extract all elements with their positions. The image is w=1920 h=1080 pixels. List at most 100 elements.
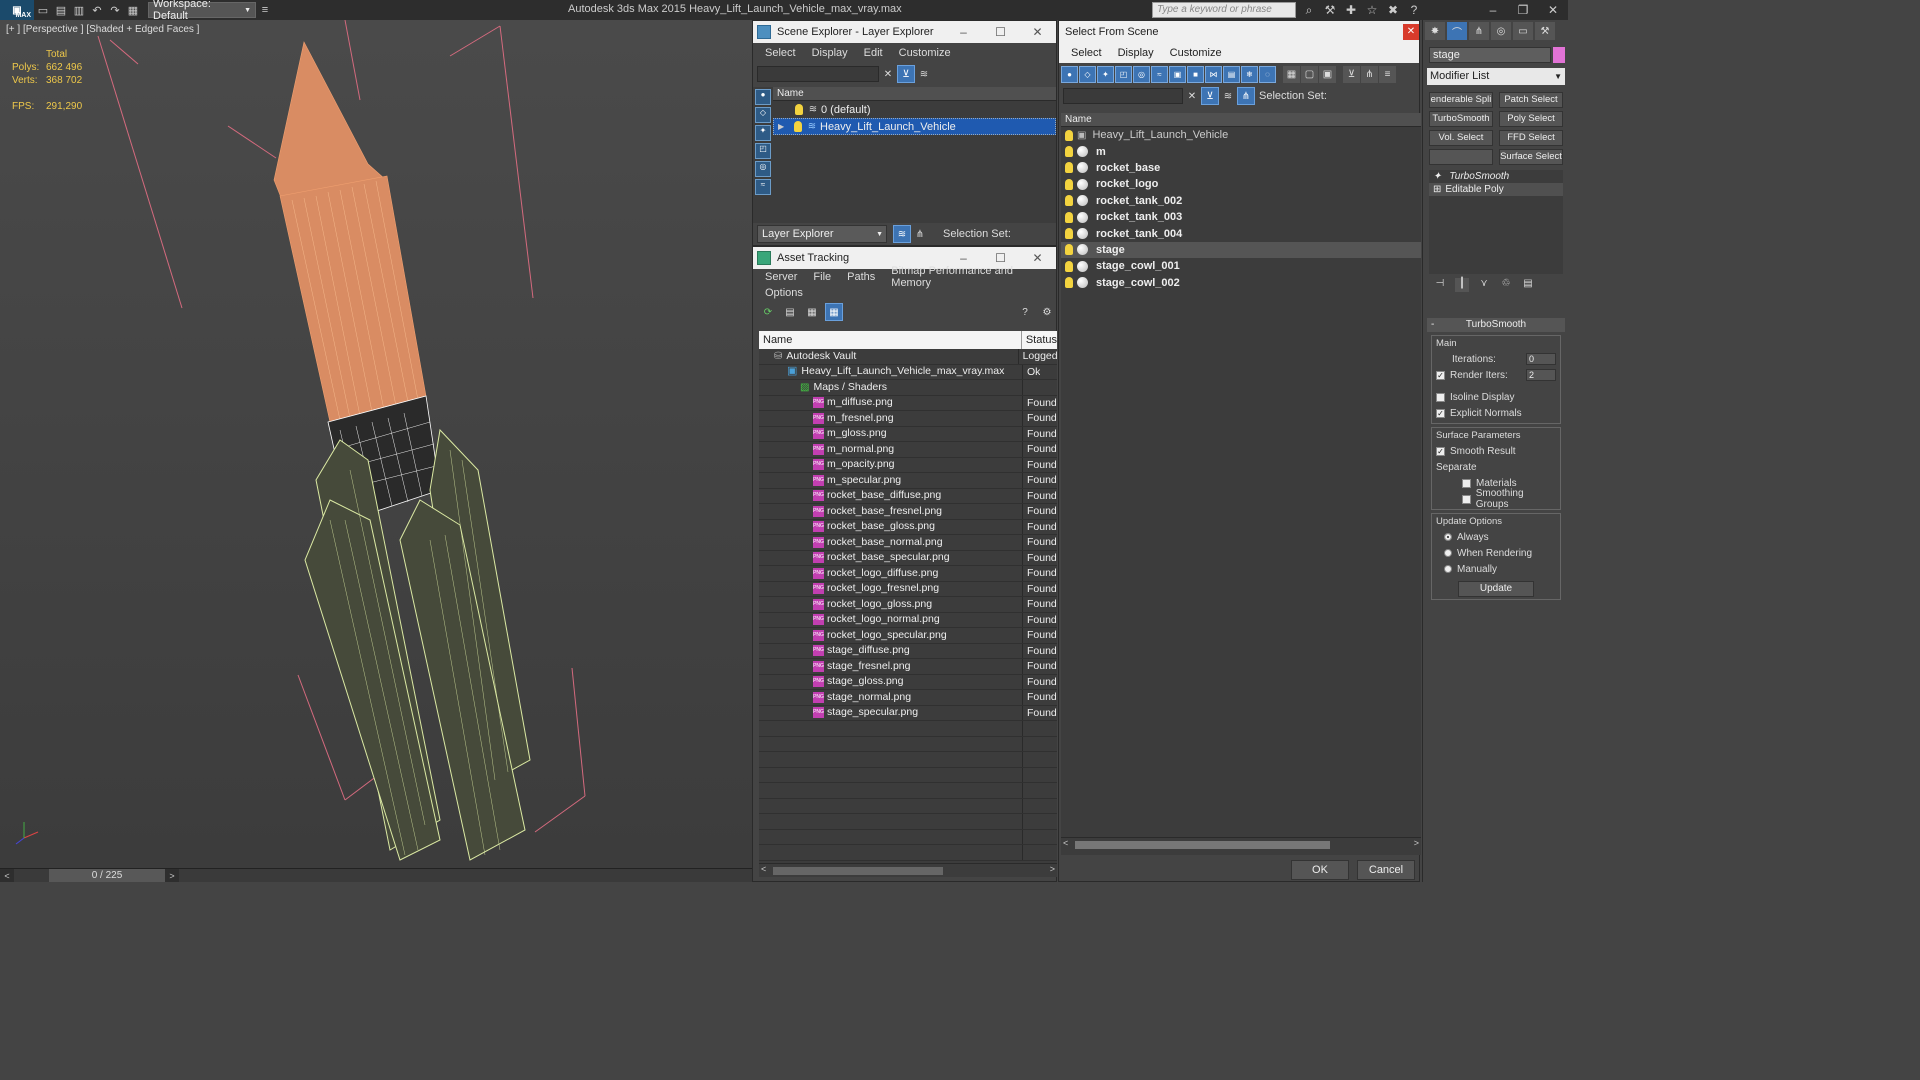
display-all-icon[interactable]: ▦ [1283,65,1300,83]
display-frozen-icon[interactable]: ❄ [1241,65,1258,83]
exchange-icon[interactable]: ✖ [1384,1,1402,19]
asset-row[interactable]: PNG stage_fresnel.png Found [759,659,1057,675]
asset-row[interactable]: PNG m_fresnel.png Found [759,411,1057,427]
tab-utilities-icon[interactable]: ⚒ [1535,22,1555,40]
lightbulb-icon[interactable] [1065,277,1073,289]
communication-icon[interactable]: ✚ [1342,1,1360,19]
always-radio[interactable] [1444,533,1452,541]
display-xrefs-icon[interactable]: ■ [1187,65,1204,83]
hierarchy-icon[interactable]: ⋔ [911,225,929,243]
display-cameras-icon[interactable]: ◰ [755,143,771,159]
asset-row[interactable]: PNG m_diffuse.png Found [759,395,1057,411]
renderable-spline-button[interactable]: enderable Spli [1429,92,1493,108]
menu-display[interactable]: Display [804,47,856,59]
render-iters-spinner[interactable]: 2 [1526,369,1556,381]
column-header-status[interactable]: Status [1022,331,1057,349]
configure-sets-icon[interactable]: ▤ [1521,278,1535,292]
expand-plus-icon[interactable]: ⊞ [1433,184,1441,195]
display-lights-icon[interactable]: ✦ [755,125,771,141]
asset-row[interactable]: PNG stage_normal.png Found [759,690,1057,706]
table-view-icon[interactable]: ▦ [825,303,843,321]
remove-modifier-icon[interactable]: ♲ [1499,278,1513,292]
tab-display-icon[interactable]: ▭ [1513,22,1533,40]
asset-row[interactable]: PNG stage_specular.png Found [759,705,1057,721]
render-iters-checkbox[interactable]: ✓ [1436,370,1445,380]
workspace-menu-icon[interactable]: ≡ [256,1,274,19]
time-slider[interactable]: < 0 / 225 > [0,868,752,882]
scroll-right-icon[interactable]: > [1414,838,1419,848]
scroll-thumb[interactable] [1075,841,1330,849]
layer-tools-icon[interactable]: ≋ [915,65,933,83]
lightbulb-icon[interactable] [1065,129,1073,141]
time-next-icon[interactable]: > [165,868,179,882]
menu-customize[interactable]: Customize [1162,47,1230,59]
minimize-icon[interactable]: – [1478,0,1508,20]
menu-select[interactable]: Select [757,47,804,59]
minimize-icon[interactable]: – [945,251,982,265]
scene-explorer-search-input[interactable] [757,66,879,82]
asset-row[interactable]: PNG rocket_logo_gloss.png Found [759,597,1057,613]
display-shapes-icon[interactable]: ◇ [1079,65,1096,83]
update-button[interactable]: Update [1458,581,1534,597]
object-name-field[interactable]: stage [1429,47,1551,63]
explicit-normals-checkbox[interactable]: ✓ [1436,408,1445,418]
object-row[interactable]: stage_cowl_001 [1061,258,1421,274]
scroll-left-icon[interactable]: < [761,864,766,874]
asset-row[interactable]: PNG rocket_logo_normal.png Found [759,612,1057,628]
list-view-icon[interactable]: ▤ [781,303,799,321]
lightbulb-icon[interactable] [1065,178,1073,190]
lightbulb-icon[interactable] [1065,211,1073,223]
help-icon[interactable]: ? [1405,1,1423,19]
binoculars-icon[interactable]: ⌕ [1300,1,1318,19]
select-from-scene-titlebar[interactable]: Select From Scene ✕ [1059,21,1419,43]
expand-arrow-icon[interactable]: ▶ [778,122,790,131]
manually-radio[interactable] [1444,565,1452,573]
menu-options[interactable]: Options [757,287,811,299]
lightbulb-icon[interactable] [1065,146,1073,158]
menu-display[interactable]: Display [1110,47,1162,59]
rollout-header[interactable]: - TurboSmooth [1427,318,1565,332]
make-unique-icon[interactable]: ⋎ [1477,278,1491,292]
asset-row[interactable]: PNG rocket_logo_specular.png Found [759,628,1057,644]
layers-toggle-icon[interactable]: ≋ [893,225,911,243]
column-header-name[interactable]: Name [773,87,1056,101]
object-row[interactable]: rocket_tank_003 [1061,209,1421,225]
lightbulb-icon[interactable] [1065,195,1073,207]
close-icon[interactable]: ✕ [1538,0,1568,20]
filter-toggle-icon[interactable]: ⊻ [1201,87,1219,105]
asset-row[interactable]: PNG m_normal.png Found [759,442,1057,458]
minimize-icon[interactable]: – [945,25,982,39]
display-invert-icon[interactable]: ▣ [1319,65,1336,83]
restore-icon[interactable]: ❐ [1508,0,1538,20]
asset-row[interactable]: PNG m_specular.png Found [759,473,1057,489]
smooth-result-checkbox[interactable]: ✓ [1436,446,1445,456]
asset-row[interactable]: ▣ Heavy_Lift_Launch_Vehicle_max_vray.max O… [759,364,1057,380]
asset-row[interactable]: PNG m_gloss.png Found [759,426,1057,442]
display-spacewarps-icon[interactable]: ≈ [1151,65,1168,83]
display-helpers-icon[interactable]: ◎ [755,161,771,177]
scroll-left-icon[interactable]: < [1063,838,1068,848]
asset-row[interactable]: PNG stage_gloss.png Found [759,674,1057,690]
empty-modifier-button[interactable] [1429,149,1493,165]
collapse-icon[interactable]: ≡ [1379,65,1396,83]
new-file-icon[interactable]: ▭ [34,1,52,19]
display-lights-icon[interactable]: ✦ [1097,65,1114,83]
time-slider-frame[interactable]: 0 / 225 [49,868,165,882]
object-row[interactable]: ▣ Heavy_Lift_Launch_Vehicle [1061,127,1421,143]
viewport-label[interactable]: [+ ] [Perspective ] [Shaded + Edged Face… [6,24,199,35]
display-helpers-icon[interactable]: ◎ [1133,65,1150,83]
settings-icon[interactable]: ⚙ [1038,303,1056,321]
scene-explorer-titlebar[interactable]: Scene Explorer - Layer Explorer – ☐ ✕ [753,21,1056,43]
when-rendering-radio[interactable] [1444,549,1452,557]
maximize-icon[interactable]: ☐ [982,25,1019,39]
lightbulb-icon[interactable] [1065,260,1073,272]
redo-icon[interactable]: ↷ [106,1,124,19]
display-bones-icon[interactable]: ⋈ [1205,65,1222,83]
refresh-icon[interactable]: ⟳ [759,303,777,321]
tab-hierarchy-icon[interactable]: ⋔ [1469,22,1489,40]
display-geometry-icon[interactable]: ● [755,89,771,105]
menu-paths[interactable]: Paths [839,271,883,283]
thumbnail-view-icon[interactable]: ▦ [803,303,821,321]
lightbulb-icon[interactable] [1065,228,1073,240]
object-row[interactable]: rocket_base [1061,160,1421,176]
